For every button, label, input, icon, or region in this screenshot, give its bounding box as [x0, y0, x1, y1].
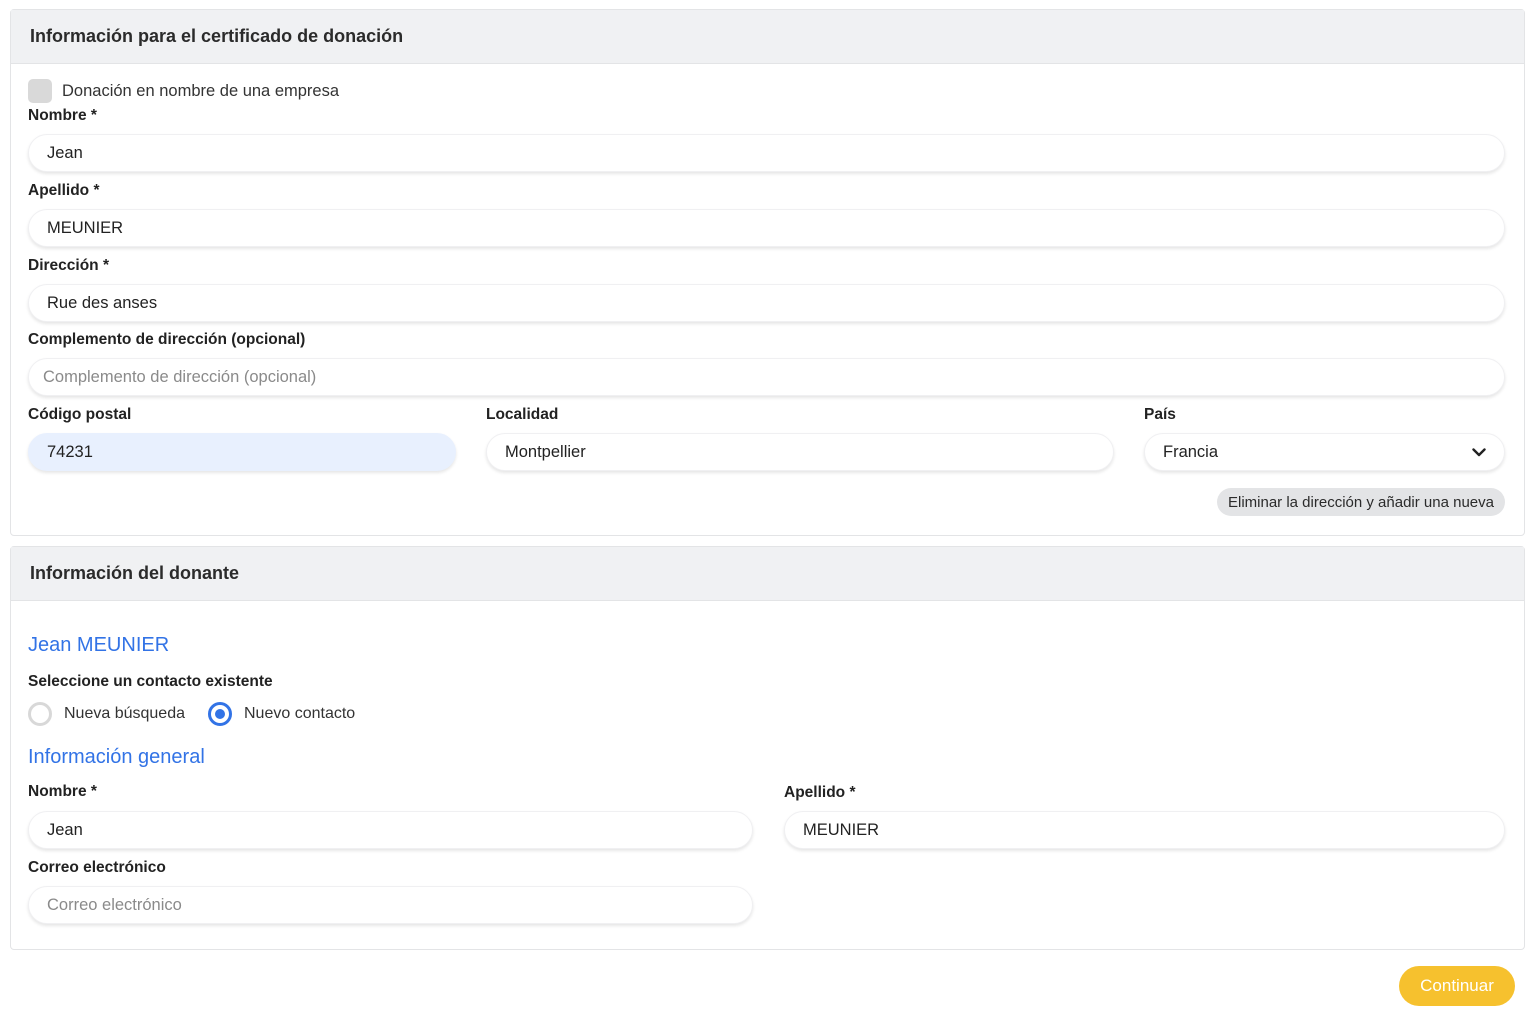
general-info-heading: Información general — [28, 746, 205, 768]
donor-first-name-input[interactable] — [28, 811, 753, 849]
delete-address-button[interactable]: Eliminar la dirección y añadir una nueva — [1217, 488, 1505, 516]
address-label: Dirección * — [28, 257, 109, 274]
country-select[interactable]: Francia — [1144, 433, 1505, 471]
city-input[interactable] — [486, 433, 1114, 471]
radio-new-search[interactable] — [28, 702, 52, 726]
city-label: Localidad — [486, 406, 559, 423]
address-complement-input[interactable] — [28, 358, 1505, 396]
country-selected-value: Francia — [1163, 442, 1219, 461]
donor-full-name: Jean MEUNIER — [28, 634, 170, 656]
last-name-label: Apellido * — [28, 182, 100, 199]
radio-new-contact[interactable] — [208, 702, 232, 726]
company-donation-label: Donación en nombre de una empresa — [62, 82, 340, 100]
radio-new-search-label: Nueva búsqueda — [64, 705, 185, 722]
first-name-label: Nombre * — [28, 107, 97, 124]
postal-code-label: Código postal — [28, 406, 132, 423]
email-input[interactable] — [28, 886, 753, 924]
radio-new-contact-label: Nuevo contacto — [244, 705, 356, 722]
donor-title: Información del donante — [30, 563, 240, 583]
donor-card-header: Información del donante — [11, 547, 1524, 601]
country-label: País — [1144, 406, 1176, 423]
address-input[interactable] — [28, 284, 1505, 322]
certificate-card-header: Información para el certificado de donac… — [11, 10, 1524, 64]
postal-code-input[interactable] — [28, 433, 456, 471]
donor-last-name-input[interactable] — [784, 811, 1505, 849]
company-donation-checkbox[interactable] — [28, 79, 52, 103]
select-contact-label: Seleccione un contacto existente — [28, 673, 273, 690]
donor-last-name-label: Apellido * — [784, 784, 856, 801]
first-name-input[interactable] — [28, 134, 1505, 172]
certificate-title: Información para el certificado de donac… — [30, 26, 404, 46]
last-name-input[interactable] — [28, 209, 1505, 247]
donor-first-name-label: Nombre * — [28, 783, 97, 800]
chevron-down-icon — [1472, 447, 1486, 457]
address-complement-label: Complemento de dirección (opcional) — [28, 331, 306, 348]
email-label: Correo electrónico — [28, 859, 166, 876]
continue-button[interactable]: Continuar — [1399, 966, 1515, 1006]
